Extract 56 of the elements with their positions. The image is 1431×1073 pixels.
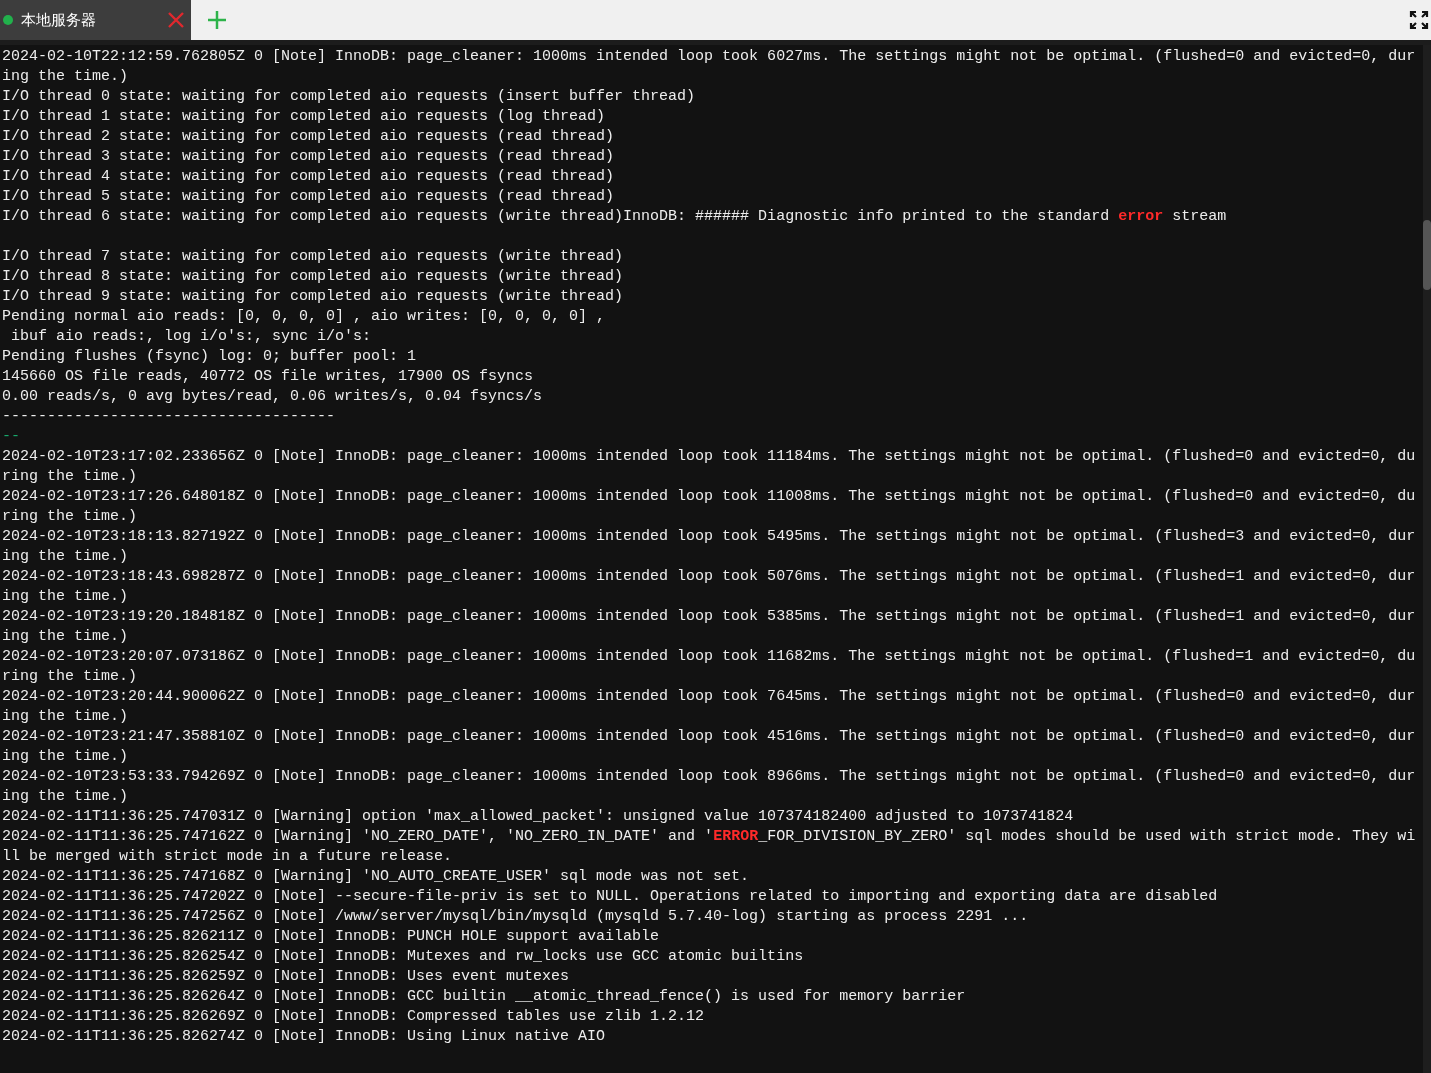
log-line: ing the time.): [2, 707, 130, 727]
log-line: ring the time.): [2, 507, 139, 527]
log-line: 0.00 reads/s, 0 avg bytes/read, 0.06 writes/s, 0.04 fsyncs/s: [2, 387, 544, 407]
log-line: ing the time.): [2, 67, 130, 87]
log-line: ing the time.): [2, 587, 130, 607]
log-line: 2024-02-10T23:18:43.698287Z 0 [Note] InnoDB: page_cleaner: 1000ms intended loop took 5076ms. The settings might not be optimal. (flushed=1 and evicted=0, dur: [2, 567, 1417, 587]
log-line: I/O thread 9 state: waiting for completed aio requests (write thread): [2, 287, 625, 307]
log-line: Pending flushes (fsync) log: 0; buffer pool: 1: [2, 347, 418, 367]
log-line: Pending normal aio reads: [0, 0, 0, 0] , aio writes: [0, 0, 0, 0] ,: [2, 307, 607, 327]
log-line: ring the time.): [2, 467, 139, 487]
log-line: I/O thread 6 state: waiting for completed aio requests (write thread)InnoDB: ###### Diagnostic info printed to the standard error stream: [2, 207, 1228, 227]
log-line: 145660 OS file reads, 40772 OS file writes, 17900 OS fsyncs: [2, 367, 535, 387]
log-line: ing the time.): [2, 747, 130, 767]
log-line: I/O thread 4 state: waiting for completed aio requests (read thread): [2, 167, 616, 187]
log-line: ing the time.): [2, 787, 130, 807]
log-line: ll be merged with strict mode in a future release.: [2, 847, 454, 867]
scrollbar[interactable]: [1423, 45, 1431, 1073]
log-line: 2024-02-11T11:36:25.826254Z 0 [Note] InnoDB: Mutexes and rw_locks use GCC atomic builtins: [2, 947, 805, 967]
log-line: 2024-02-10T23:18:13.827192Z 0 [Note] InnoDB: page_cleaner: 1000ms intended loop took 5495ms. The settings might not be optimal. (flushed=3 and evicted=0, dur: [2, 527, 1417, 547]
log-line: 2024-02-10T23:21:47.358810Z 0 [Note] InnoDB: page_cleaner: 1000ms intended loop took 4516ms. The settings might not be optimal. (flushed=0 and evicted=0, dur: [2, 727, 1417, 747]
log-line: 2024-02-11T11:36:25.826211Z 0 [Note] InnoDB: PUNCH HOLE support available: [2, 927, 661, 947]
close-tab-icon[interactable]: [167, 11, 185, 29]
log-line: ing the time.): [2, 627, 130, 647]
log-line: I/O thread 5 state: waiting for completed aio requests (read thread): [2, 187, 616, 207]
log-line: 2024-02-11T11:36:25.747256Z 0 [Note] /www/server/mysql/bin/mysqld (mysqld 5.7.40-log) starting as process 2291 ...: [2, 907, 1030, 927]
log-line: 2024-02-11T11:36:25.747202Z 0 [Note] --secure-file-priv is set to NULL. Operations related to importing and exporting data are disabled: [2, 887, 1219, 907]
log-line: I/O thread 1 state: waiting for completed aio requests (log thread): [2, 107, 607, 127]
log-line: 2024-02-11T11:36:25.826259Z 0 [Note] InnoDB: Uses event mutexes: [2, 967, 571, 987]
log-line: 2024-02-11T11:36:25.747031Z 0 [Warning] option 'max_allowed_packet': unsigned value 107374182400 adjusted to 1073741824: [2, 807, 1075, 827]
tab[interactable]: 本地服务器: [0, 0, 191, 40]
log-line: 2024-02-11T11:36:25.747168Z 0 [Warning] 'NO_AUTO_CREATE_USER' sql mode was not set.: [2, 867, 751, 887]
log-line: 2024-02-10T23:17:02.233656Z 0 [Note] InnoDB: page_cleaner: 1000ms intended loop took 11184ms. The settings might not be optimal. (flushed=0 and evicted=0, du: [2, 447, 1417, 467]
log-line: 2024-02-10T22:12:59.762805Z 0 [Note] InnoDB: page_cleaner: 1000ms intended loop took 6027ms. The settings might not be optimal. (flushed=0 and evicted=0, dur: [2, 47, 1417, 67]
status-dot-icon: [3, 15, 13, 25]
log-line: 2024-02-10T23:53:33.794269Z 0 [Note] InnoDB: page_cleaner: 1000ms intended loop took 8966ms. The settings might not be optimal. (flushed=0 and evicted=0, dur: [2, 767, 1417, 787]
log-line: 2024-02-10T23:20:07.073186Z 0 [Note] InnoDB: page_cleaner: 1000ms intended loop took 11682ms. The settings might not be optimal. (flushed=1 and evicted=0, du: [2, 647, 1417, 667]
log-line: I/O thread 8 state: waiting for completed aio requests (write thread): [2, 267, 625, 287]
log-line: ring the time.): [2, 667, 139, 687]
log-line: -------------------------------------: [2, 407, 337, 427]
log-line: ibuf aio reads:, log i/o's:, sync i/o's:: [10, 327, 373, 347]
log-line: I/O thread 0 state: waiting for completed aio requests (insert buffer thread): [2, 87, 697, 107]
add-tab-button[interactable]: [206, 9, 228, 31]
tab-title: 本地服务器: [21, 9, 97, 31]
log-line: ing the time.): [2, 547, 130, 567]
fullscreen-icon[interactable]: [1409, 10, 1429, 30]
log-line: 2024-02-10T23:19:20.184818Z 0 [Note] InnoDB: page_cleaner: 1000ms intended loop took 5385ms. The settings might not be optimal. (flushed=1 and evicted=0, dur: [2, 607, 1417, 627]
log-line: 2024-02-11T11:36:25.826274Z 0 [Note] InnoDB: Using Linux native AIO: [2, 1027, 607, 1047]
log-line: I/O thread 2 state: waiting for completed aio requests (read thread): [2, 127, 616, 147]
log-line: 2024-02-11T11:36:25.826264Z 0 [Note] InnoDB: GCC builtin __atomic_thread_fence() is used for memory barrier: [2, 987, 967, 1007]
log-line: 2024-02-10T23:20:44.900062Z 0 [Note] InnoDB: page_cleaner: 1000ms intended loop took 7645ms. The settings might not be optimal. (flushed=0 and evicted=0, dur: [2, 687, 1417, 707]
log-line: I/O thread 3 state: waiting for completed aio requests (read thread): [2, 147, 616, 167]
separator-text: --: [2, 427, 21, 447]
log-line: I/O thread 7 state: waiting for completed aio requests (write thread): [2, 247, 625, 267]
log-line: 2024-02-11T11:36:25.747162Z 0 [Warning] 'NO_ZERO_DATE', 'NO_ZERO_IN_DATE' and 'ERROR_FOR_DIVISION_BY_ZERO' sql modes should be used with strict mode. They wi: [2, 827, 1417, 847]
log-line: 2024-02-11T11:36:25.826269Z 0 [Note] InnoDB: Compressed tables use zlib 1.2.12: [2, 1007, 706, 1027]
log-line: 2024-02-10T23:17:26.648018Z 0 [Note] InnoDB: page_cleaner: 1000ms intended loop took 11008ms. The settings might not be optimal. (flushed=0 and evicted=0, du: [2, 487, 1417, 507]
